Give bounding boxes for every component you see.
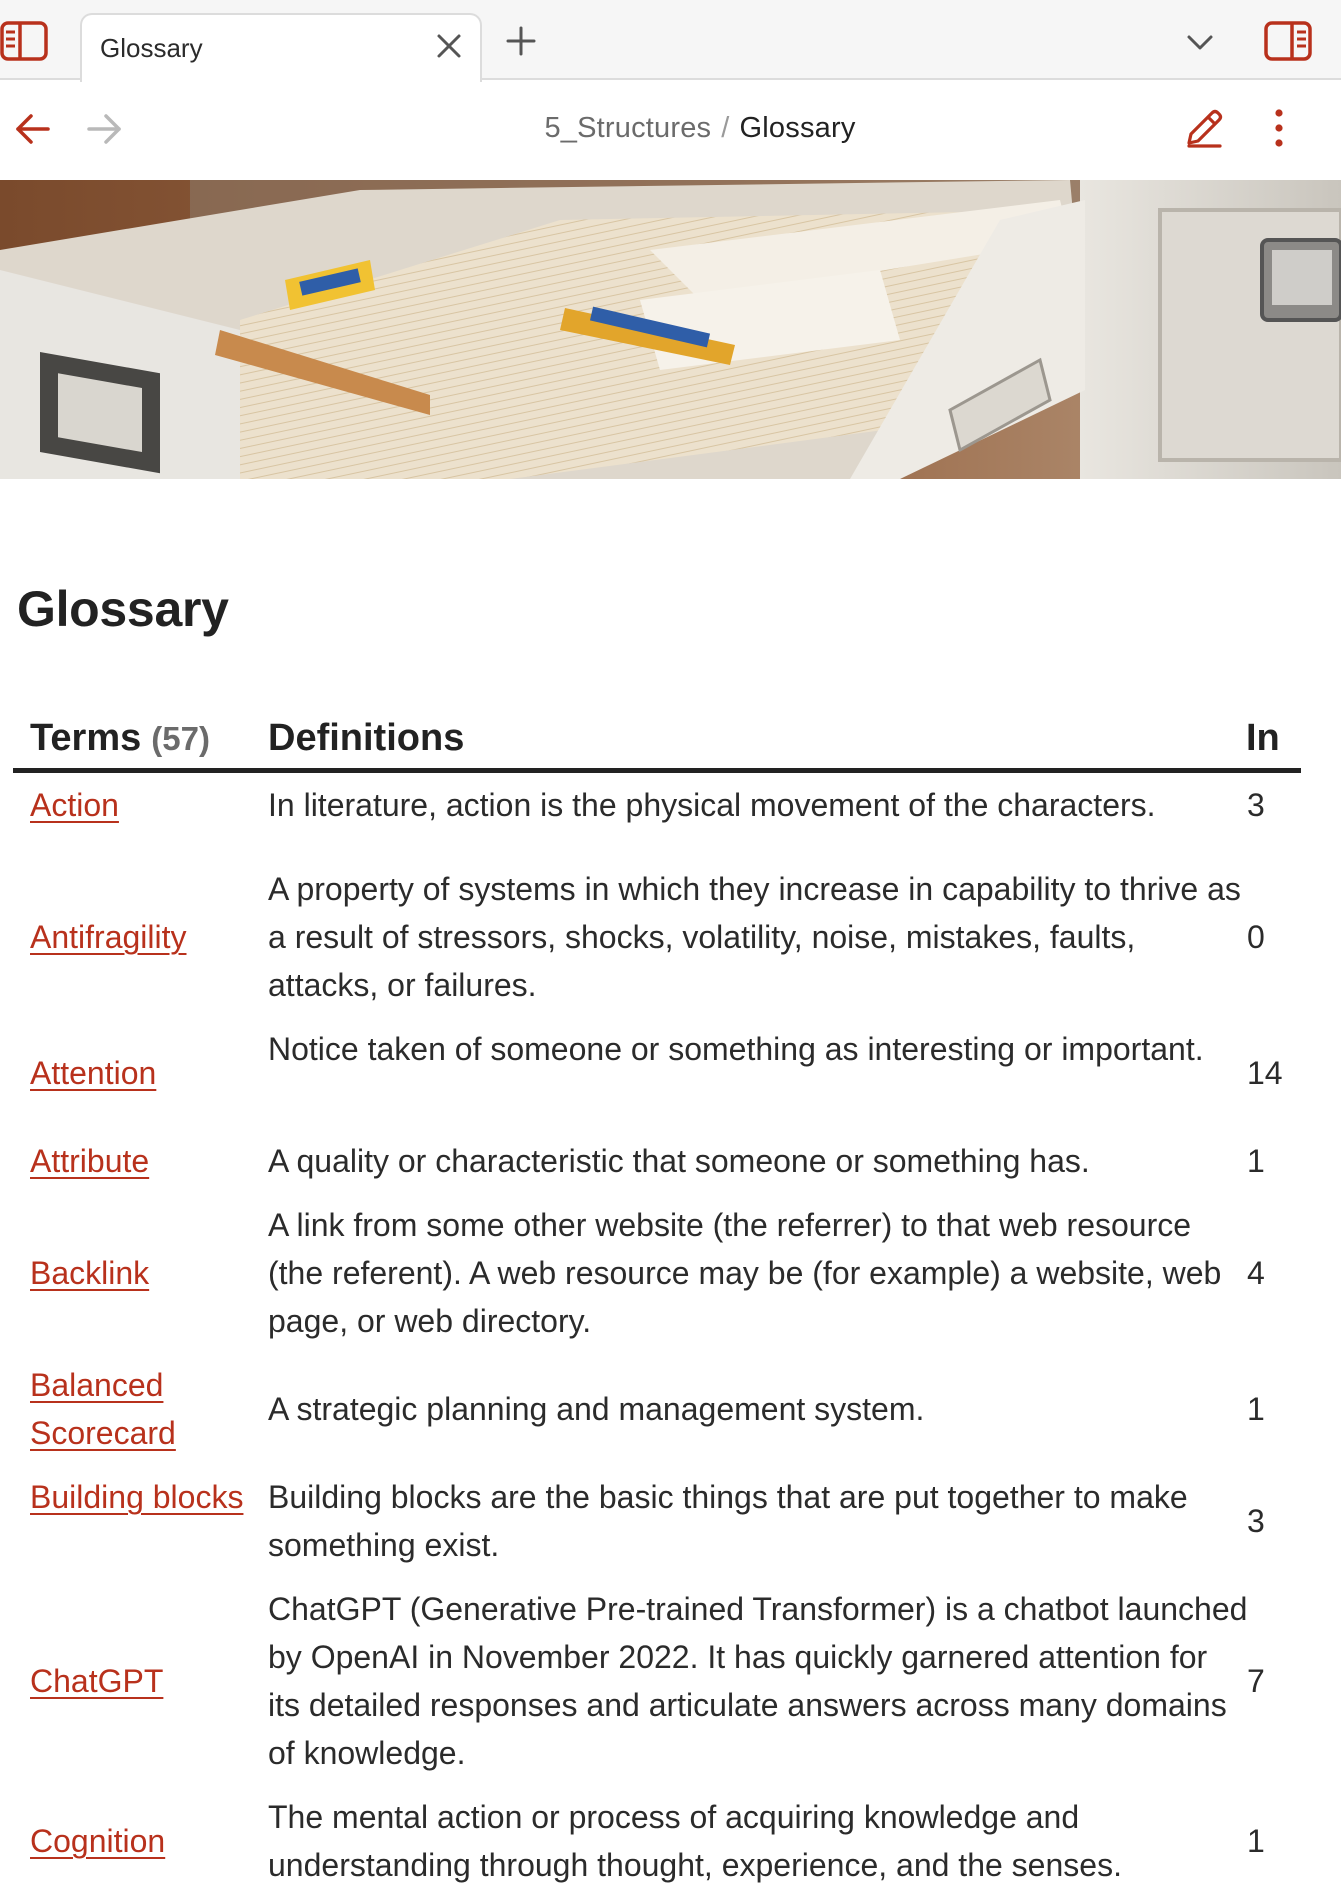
breadcrumb: 5_Structures / Glossary bbox=[0, 112, 1341, 145]
term-in-count: 1 bbox=[1247, 1391, 1265, 1427]
term-link[interactable]: ChatGPT bbox=[30, 1657, 245, 1705]
chevron-down-icon[interactable] bbox=[1185, 30, 1215, 54]
term-in-count: 7 bbox=[1247, 1663, 1265, 1699]
term-link[interactable]: Building blocks bbox=[30, 1473, 245, 1521]
tab-glossary[interactable]: Glossary bbox=[80, 13, 482, 82]
table-row: Antifragility A property of systems in w… bbox=[13, 863, 1301, 1023]
column-header-in[interactable]: In bbox=[1246, 717, 1280, 760]
term-link[interactable]: Backlink bbox=[30, 1249, 245, 1297]
term-in-count: 3 bbox=[1247, 787, 1265, 823]
table-row: ChatGPT ChatGPT (Generative Pre-trained … bbox=[13, 1583, 1301, 1791]
term-link[interactable]: Antifragility bbox=[30, 913, 245, 961]
table-row: Backlink A link from some other website … bbox=[13, 1199, 1301, 1359]
term-in-count: 0 bbox=[1247, 919, 1265, 955]
column-header-terms-label: Terms bbox=[30, 717, 142, 759]
table-row: Cognition The mental action or process o… bbox=[13, 1791, 1301, 1895]
column-header-definitions[interactable]: Definitions bbox=[268, 717, 464, 760]
breadcrumb-separator: / bbox=[721, 112, 730, 144]
tab-title: Glossary bbox=[100, 33, 203, 63]
more-vertical-icon[interactable] bbox=[1266, 106, 1292, 150]
table-row: Attention Notice taken of someone or som… bbox=[13, 1023, 1301, 1135]
term-definition: ChatGPT (Generative Pre-trained Transfor… bbox=[268, 1591, 1248, 1771]
table-row: Attribute A quality or characteristic th… bbox=[13, 1135, 1301, 1199]
term-in-count: 1 bbox=[1247, 1143, 1265, 1179]
page-title: Glossary bbox=[17, 581, 229, 637]
term-link[interactable]: Action bbox=[30, 781, 245, 829]
term-definition: A strategic planning and management syst… bbox=[268, 1391, 925, 1427]
table-row: Building blocks Building blocks are the … bbox=[13, 1471, 1301, 1583]
term-in-count: 1 bbox=[1247, 1823, 1265, 1859]
close-icon[interactable] bbox=[434, 31, 464, 61]
breadcrumb-parent[interactable]: 5_Structures bbox=[544, 112, 711, 144]
sidebar-right-icon[interactable] bbox=[1264, 20, 1314, 62]
glossary-table: Terms (57) Definitions In Action In liter… bbox=[13, 705, 1301, 1895]
tab-bar: Glossary bbox=[0, 0, 1341, 82]
term-link[interactable]: Cognition bbox=[30, 1817, 245, 1865]
sidebar-left-icon[interactable] bbox=[0, 20, 50, 62]
term-definition: A property of systems in which they incr… bbox=[268, 871, 1241, 1003]
term-definition: In literature, action is the physical mo… bbox=[268, 787, 1156, 823]
term-link[interactable]: Balanced Scorecard bbox=[30, 1361, 245, 1457]
term-definition: Building blocks are the basic things tha… bbox=[268, 1479, 1188, 1563]
term-definition: Notice taken of someone or something as … bbox=[268, 1031, 1204, 1067]
column-header-terms[interactable]: Terms (57) bbox=[30, 717, 210, 760]
table-row: Balanced Scorecard A strategic planning … bbox=[13, 1359, 1301, 1471]
term-in-count: 14 bbox=[1247, 1055, 1283, 1091]
term-definition: A link from some other website (the refe… bbox=[268, 1207, 1222, 1339]
plus-icon[interactable] bbox=[505, 25, 537, 57]
terms-count: (57) bbox=[151, 720, 210, 757]
table-header: Terms (57) Definitions In bbox=[13, 705, 1301, 773]
breadcrumb-current[interactable]: Glossary bbox=[740, 112, 856, 144]
term-in-count: 3 bbox=[1247, 1503, 1265, 1539]
term-definition: A quality or characteristic that someone… bbox=[268, 1143, 1090, 1179]
banner-image bbox=[0, 180, 1341, 479]
pencil-icon[interactable] bbox=[1182, 106, 1226, 150]
nav-bar: 5_Structures / Glossary bbox=[0, 82, 1341, 180]
term-in-count: 4 bbox=[1247, 1255, 1265, 1291]
term-definition: The mental action or process of acquirin… bbox=[268, 1799, 1122, 1883]
term-link[interactable]: Attention bbox=[30, 1049, 245, 1097]
table-row: Action In literature, action is the phys… bbox=[13, 773, 1301, 863]
term-link[interactable]: Attribute bbox=[30, 1137, 245, 1185]
